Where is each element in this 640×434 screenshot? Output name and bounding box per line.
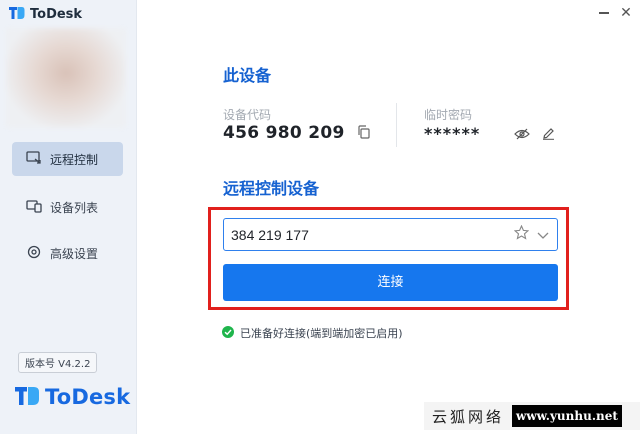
footer-brand: ToDesk — [14, 384, 130, 410]
sidebar-item-label: 设备列表 — [50, 200, 99, 215]
sidebar-item-remote-control[interactable]: 远程控制 — [12, 142, 123, 176]
footer-brand-name: ToDesk — [45, 385, 131, 409]
device-code-value: 456 980 209 — [223, 123, 345, 143]
close-button[interactable]: ✕ — [616, 4, 636, 22]
pencil-icon — [542, 125, 555, 144]
chevron-down-icon — [536, 225, 550, 244]
connect-button[interactable]: 连接 — [223, 264, 558, 301]
minimize-icon — [599, 12, 609, 14]
copy-icon — [357, 124, 371, 143]
watermark: 云狐网络 www.yunhu.net — [424, 402, 640, 430]
settings-icon — [26, 245, 42, 262]
remote-control-heading: 远程控制设备 — [223, 179, 320, 198]
remote-device-id-input[interactable] — [223, 218, 558, 251]
toggle-password-visibility-button[interactable] — [513, 125, 531, 143]
history-dropdown-button[interactable] — [534, 225, 552, 243]
status-text: 已准备好连接(端到端加密已启用) — [240, 327, 403, 340]
remote-control-icon — [26, 150, 42, 168]
device-list-icon — [26, 199, 42, 216]
minimize-button[interactable] — [594, 4, 614, 22]
this-device-heading: 此设备 — [223, 66, 272, 85]
connection-status: 已准备好连接(端到端加密已启用) — [222, 325, 403, 341]
eye-off-icon — [514, 125, 530, 144]
sidebar-item-device-list[interactable]: 设备列表 — [12, 190, 123, 224]
watermark-url: www.yunhu.net — [512, 405, 622, 427]
copy-button[interactable] — [355, 124, 373, 142]
watermark-text: 云狐网络 — [432, 407, 505, 426]
favorite-button[interactable] — [512, 224, 530, 244]
todesk-logo-icon — [8, 5, 25, 24]
sidebar: ToDesk 远程控制 设备列表 高级设置 版本号 V4.2.2 ToDesk — [0, 0, 137, 434]
app-brand: ToDesk — [8, 5, 82, 24]
version-badge: 版本号 V4.2.2 — [18, 352, 98, 373]
sidebar-item-label: 远程控制 — [50, 152, 99, 167]
todesk-logo-icon — [14, 384, 40, 410]
avatar[interactable] — [6, 28, 126, 128]
device-code-label: 设备代码 — [223, 108, 272, 122]
star-icon — [513, 224, 529, 244]
app-title: ToDesk — [30, 7, 83, 22]
sidebar-item-advanced-settings[interactable]: 高级设置 — [12, 236, 123, 270]
check-circle-icon — [222, 325, 234, 341]
edit-password-button[interactable] — [539, 125, 557, 143]
sidebar-item-label: 高级设置 — [50, 246, 99, 261]
divider — [396, 103, 397, 147]
temp-password-label: 临时密码 — [424, 108, 473, 122]
temp-password-value: ****** — [424, 124, 481, 143]
